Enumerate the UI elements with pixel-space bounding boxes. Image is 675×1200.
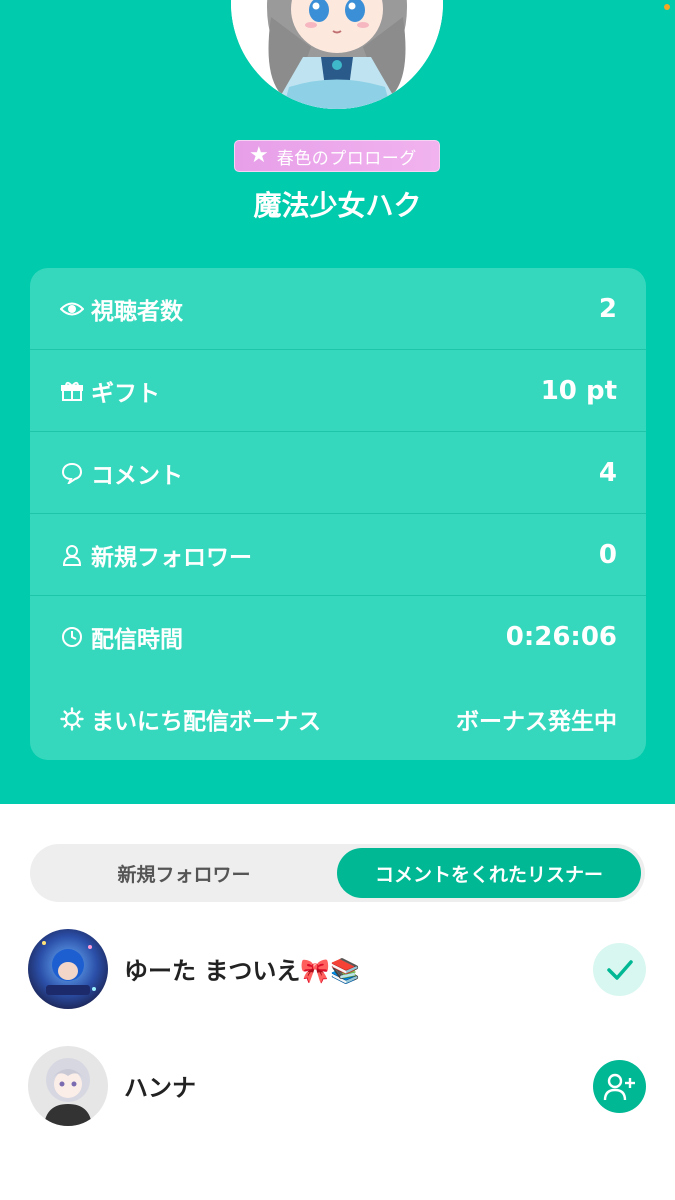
person-icon bbox=[60, 543, 84, 567]
stat-value: 4 bbox=[598, 457, 617, 488]
stat-row-viewers: 視聴者数 2 bbox=[30, 268, 646, 350]
stat-label: コメント bbox=[91, 462, 183, 489]
stat-value: 0:26:06 bbox=[505, 622, 617, 652]
stat-row-new-followers: 新規フォロワー 0 bbox=[30, 514, 646, 596]
list-item[interactable]: ゆーた まついえ🎀📚 bbox=[0, 929, 675, 1009]
streamer-name: 魔法少女ハク bbox=[253, 189, 422, 222]
stat-label: まいにち配信ボーナス bbox=[91, 709, 321, 735]
comment-bubble-icon bbox=[60, 461, 84, 485]
stat-row-comments: コメント 4 bbox=[30, 432, 646, 514]
stat-row-daily-bonus: まいにち配信ボーナス ボーナス発生中 bbox=[30, 678, 646, 760]
clock-icon bbox=[60, 625, 84, 649]
star-icon: ★ bbox=[249, 143, 269, 168]
stat-label: 配信時間 bbox=[91, 627, 183, 653]
following-button[interactable] bbox=[593, 943, 646, 996]
stat-row-gift: ギフト 10 pt bbox=[30, 350, 646, 432]
check-icon bbox=[606, 959, 633, 980]
add-person-icon bbox=[603, 1073, 635, 1100]
eye-icon bbox=[60, 297, 84, 321]
stat-value: 0 bbox=[598, 539, 617, 570]
status-dot bbox=[664, 4, 670, 10]
list-item[interactable]: ハンナ bbox=[0, 1046, 675, 1126]
stat-value: 2 bbox=[598, 293, 617, 324]
listener-name: ハンナ bbox=[124, 1074, 196, 1102]
stream-result-header: ★ 春色のプロローグ 魔法少女ハク 視聴者数 2 ギフト 10 pt コメント … bbox=[0, 0, 675, 804]
stat-value: 10 pt bbox=[540, 375, 617, 406]
avatar[interactable] bbox=[28, 1046, 108, 1126]
rank-badge: ★ 春色のプロローグ bbox=[234, 140, 440, 172]
stats-card: 視聴者数 2 ギフト 10 pt コメント 4 新規フォロワー 0 配信時間 0… bbox=[30, 268, 646, 760]
stat-label: ギフト bbox=[91, 380, 160, 407]
listener-name: ゆーた まついえ🎀📚 bbox=[124, 957, 361, 985]
follow-button[interactable] bbox=[593, 1060, 646, 1113]
gift-icon bbox=[60, 379, 84, 403]
sun-icon bbox=[60, 707, 84, 731]
streamer-avatar bbox=[231, 0, 443, 109]
tab-new-followers[interactable]: 新規フォロワー bbox=[30, 844, 338, 902]
stat-label: 視聴者数 bbox=[91, 298, 183, 325]
avatar[interactable] bbox=[28, 929, 108, 1009]
stat-row-duration: 配信時間 0:26:06 bbox=[30, 596, 646, 678]
stat-value: ボーナス発生中 bbox=[456, 709, 617, 735]
stat-label: 新規フォロワー bbox=[91, 544, 252, 571]
listener-tabs: 新規フォロワー コメントをくれたリスナー bbox=[30, 844, 645, 902]
tab-commenters[interactable]: コメントをくれたリスナー bbox=[337, 848, 641, 898]
rank-badge-label: 春色のプロローグ bbox=[276, 148, 417, 169]
